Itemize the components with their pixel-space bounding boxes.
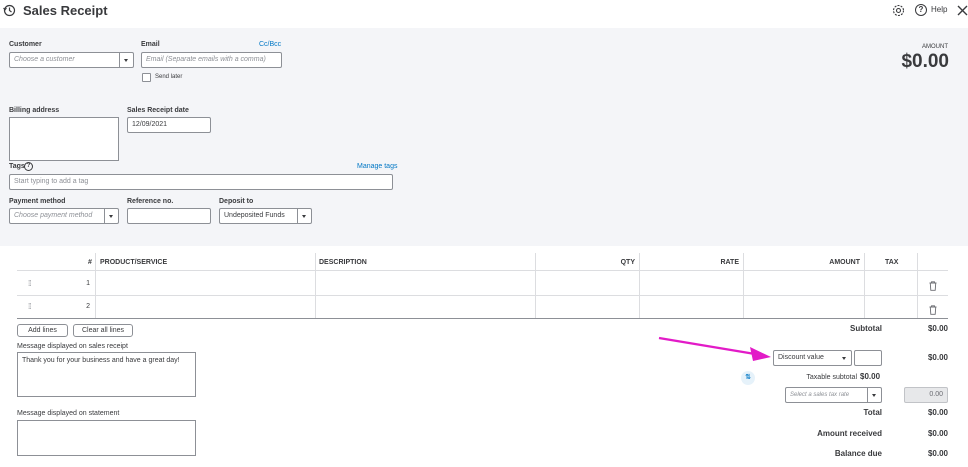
tags-help-icon[interactable]: ? [24, 162, 33, 171]
col-header-amount: AMOUNT [829, 259, 860, 266]
col-divider [917, 253, 918, 319]
chevron-down-icon[interactable] [867, 388, 881, 402]
billing-address-field[interactable] [9, 117, 119, 161]
col-divider [95, 253, 96, 319]
discount-amount-field[interactable] [854, 350, 882, 366]
email-label: Email [141, 41, 160, 48]
payment-method-label: Payment method [9, 198, 66, 205]
row-divider [17, 295, 948, 296]
deposit-to-label: Deposit to [219, 198, 254, 205]
amount-received-label: Amount received [817, 429, 882, 438]
col-header-tax: TAX [885, 259, 899, 266]
amount-received-value: $0.00 [927, 429, 948, 438]
customer-placeholder: Choose a customer [14, 56, 75, 63]
drag-handle-icon[interactable]: ⁞⁞ [28, 302, 32, 311]
deposit-to-value: Undeposited Funds [224, 212, 285, 219]
sales-tax-amount-value: 0.00 [929, 391, 943, 398]
clear-all-lines-button[interactable]: Clear all lines [73, 324, 133, 337]
subtotal-value: $0.00 [927, 324, 948, 333]
sales-tax-amount-field[interactable]: 0.00 [904, 387, 948, 403]
header-bar: Sales Receipt ? Help [0, 0, 968, 28]
col-divider [535, 253, 536, 319]
col-header-product: PRODUCT/SERVICE [100, 259, 168, 266]
col-header-rate: RATE [720, 259, 739, 266]
page-title: Sales Receipt [23, 3, 108, 18]
tags-input[interactable]: Start typing to add a tag [9, 174, 393, 190]
amount-value: $0.00 [901, 51, 949, 72]
help-label[interactable]: Help [931, 5, 947, 14]
amount-label: AMOUNT [922, 44, 948, 50]
add-lines-button[interactable]: Add lines [17, 324, 68, 337]
discount-type-select[interactable]: Discount value [773, 350, 852, 366]
annotation-arrow [658, 336, 771, 361]
sales-tax-rate-select[interactable]: Select a sales tax rate [785, 387, 882, 403]
help-icon[interactable]: ? [915, 4, 927, 16]
send-later-label: Send later [155, 74, 183, 80]
statement-message-field[interactable] [17, 420, 196, 456]
chevron-down-icon[interactable] [104, 209, 118, 223]
receipt-message-label: Message displayed on sales receipt [17, 343, 128, 350]
col-header-description: DESCRIPTION [319, 259, 367, 266]
row-number: 1 [86, 280, 90, 287]
tags-label: Tags [9, 163, 25, 170]
billing-address-label: Billing address [9, 107, 60, 114]
swap-order-icon[interactable]: ⇅ [741, 371, 755, 385]
taxable-subtotal-label: Taxable subtotal [806, 374, 857, 381]
col-divider [743, 253, 744, 319]
history-icon[interactable] [3, 4, 16, 17]
receipt-date-value: 12/09/2021 [132, 121, 168, 128]
total-value: $0.00 [927, 408, 948, 417]
subtotal-label: Subtotal [850, 324, 882, 333]
col-divider [639, 253, 640, 319]
deposit-to-select[interactable]: Undeposited Funds [219, 208, 312, 224]
col-header-num: # [88, 259, 92, 266]
discount-value: $0.00 [927, 353, 948, 362]
receipt-message-field[interactable]: Thank you for your business and have a g… [17, 352, 196, 397]
col-divider [864, 253, 865, 319]
statement-message-label: Message displayed on statement [17, 410, 120, 417]
col-header-qty: QTY [620, 259, 635, 266]
trash-icon[interactable] [929, 302, 937, 315]
cc-bcc-link[interactable]: Cc/Bcc [259, 41, 281, 48]
col-divider [315, 253, 316, 319]
drag-handle-icon[interactable]: ⁞⁞ [28, 279, 32, 288]
balance-due-label: Balance due [834, 449, 882, 458]
reference-label: Reference no. [127, 198, 174, 205]
table-bottom-border [17, 318, 948, 319]
close-icon[interactable] [957, 3, 968, 16]
tags-placeholder: Start typing to add a tag [14, 178, 89, 185]
balance-due-value: $0.00 [927, 449, 948, 458]
payment-method-placeholder: Choose payment method [14, 212, 93, 219]
reference-field[interactable] [127, 208, 211, 224]
taxable-subtotal-value: $0.00 [860, 372, 881, 381]
gear-icon[interactable] [892, 4, 905, 17]
payment-method-select[interactable]: Choose payment method [9, 208, 119, 224]
total-label: Total [863, 408, 882, 417]
customer-select[interactable]: Choose a customer [9, 52, 134, 68]
trash-icon[interactable] [929, 278, 937, 291]
receipt-message-value: Thank you for your business and have a g… [22, 357, 180, 364]
table-top-border [17, 270, 948, 271]
send-later-checkbox[interactable] [142, 73, 151, 82]
chevron-down-icon[interactable] [297, 209, 311, 223]
caret-down-icon[interactable] [842, 357, 846, 360]
chevron-down-icon[interactable] [119, 53, 133, 67]
receipt-date-field[interactable]: 12/09/2021 [127, 117, 211, 133]
email-placeholder: Email (Separate emails with a comma) [146, 56, 266, 63]
email-field[interactable]: Email (Separate emails with a comma) [141, 52, 282, 68]
discount-type-value: Discount value [778, 354, 824, 361]
manage-tags-link[interactable]: Manage tags [357, 163, 397, 170]
receipt-date-label: Sales Receipt date [127, 107, 189, 114]
customer-label: Customer [9, 41, 42, 48]
sales-tax-rate-placeholder: Select a sales tax rate [790, 392, 850, 398]
row-number: 2 [86, 303, 90, 310]
